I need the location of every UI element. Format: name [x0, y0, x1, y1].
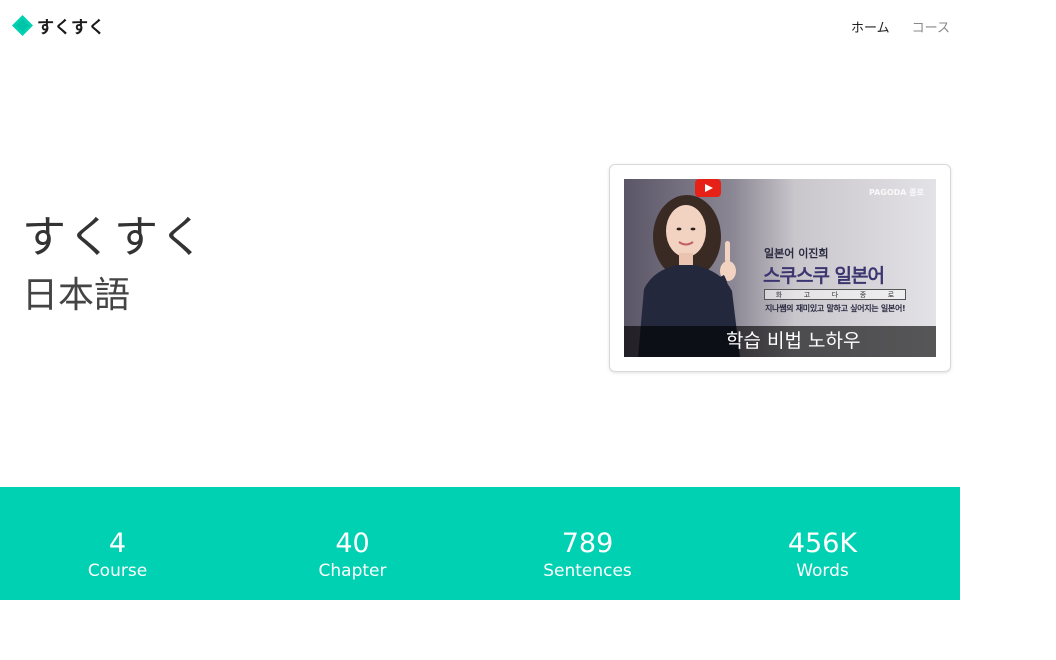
video-caption: 학습 비법 노하우 [726, 330, 861, 352]
stats-banner: 4 Course 40 Chapter 789 Sentences 456K W… [0, 487, 960, 600]
stat-label: Course [87, 561, 148, 581]
stat-label: Chapter [318, 561, 387, 581]
schedule-char: 다 [831, 290, 839, 299]
stat-words: 456K Words [705, 487, 940, 600]
main-nav: ホーム コース [851, 17, 950, 36]
stat-label: Sentences [543, 561, 632, 581]
stat-value: 789 [561, 528, 614, 559]
sprout-logo-icon [12, 15, 33, 36]
thumbnail-schedule-box: 화 고 다 종 로 [764, 289, 906, 300]
stat-value: 4 [108, 528, 127, 559]
stat-course: 4 Course [0, 487, 235, 600]
brand-logo-link[interactable]: すくすく [12, 13, 105, 38]
youtube-play-icon[interactable] [695, 179, 721, 197]
thumbnail-instructor-name: 일본어 이진희 [764, 247, 829, 260]
stat-label: Words [796, 561, 849, 581]
video-thumbnail[interactable]: PAGODA 종로 일본어 이진희 스쿠스쿠 일본어 화 고 다 종 로 지나쌤… [624, 179, 936, 357]
nav-course-link[interactable]: コース [912, 17, 950, 36]
navbar: すくすく ホーム コース [0, 0, 960, 50]
stat-value: 40 [335, 528, 370, 559]
hero-subtitle: 日本語 [22, 275, 131, 316]
nav-home-link[interactable]: ホーム [851, 17, 890, 36]
brand-name: すくすく [37, 18, 105, 38]
hero-title: すくすく [22, 212, 206, 263]
video-card: PAGODA 종로 일본어 이진희 스쿠스쿠 일본어 화 고 다 종 로 지나쌤… [609, 164, 951, 372]
pagoda-watermark: PAGODA 종로 [868, 188, 924, 197]
stat-chapter: 40 Chapter [235, 487, 470, 600]
thumbnail-course-title: 스쿠스쿠 일본어 [763, 265, 885, 287]
thumbnail-tagline: 지나쌤의 재미있고 말하고 싶어지는 일본어! [765, 304, 906, 313]
stat-sentences: 789 Sentences [470, 487, 705, 600]
schedule-char: 로 [887, 290, 895, 299]
schedule-char: 화 [775, 290, 783, 299]
stat-value: 456K [787, 528, 858, 559]
schedule-char: 종 [859, 290, 867, 299]
schedule-char: 고 [803, 290, 811, 299]
